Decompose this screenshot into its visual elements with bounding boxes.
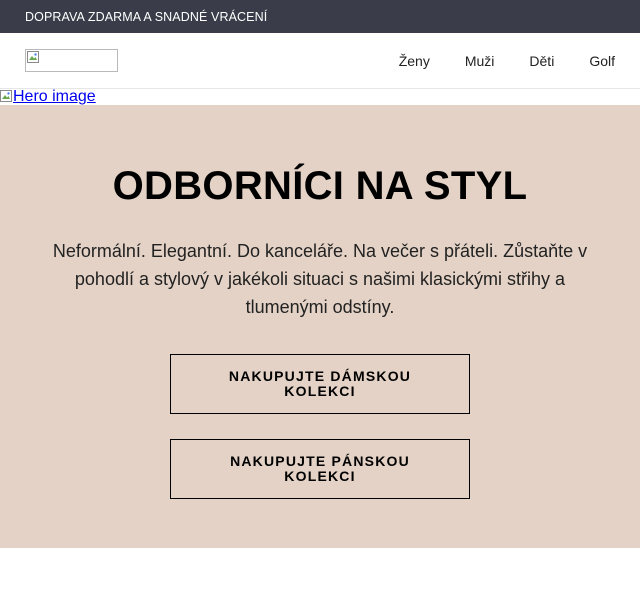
- nav-item-muzi[interactable]: Muži: [465, 53, 495, 69]
- hero-section: ODBORNÍCI NA STYL Neformální. Elegantní.…: [0, 105, 640, 548]
- hero-image-alt-text: Hero image: [13, 89, 96, 105]
- nav-item-deti[interactable]: Děti: [529, 53, 554, 69]
- site-header: Ženy Muži Děti Golf: [0, 33, 640, 89]
- hero-title: ODBORNÍCI NA STYL: [112, 164, 528, 208]
- shop-women-button-label: NAKUPUJTE DÁMSKOU KOLEKCI: [228, 368, 412, 399]
- hero-description: Neformální. Elegantní. Do kanceláře. Na …: [52, 241, 588, 317]
- announcement-text: DOPRAVA ZDARMA A SNADNÉ VRÁCENÍ: [25, 9, 268, 24]
- broken-image-icon: [0, 90, 12, 102]
- nav-item-golf[interactable]: Golf: [589, 53, 615, 69]
- broken-image-icon: [27, 51, 39, 63]
- nav-item-zeny[interactable]: Ženy: [399, 53, 430, 69]
- shop-women-button[interactable]: NAKUPUJTE DÁMSKOU KOLEKCI: [170, 354, 470, 414]
- shop-men-button-label: NAKUPUJTE PÁNSKOU KOLEKCI: [230, 453, 410, 484]
- main-nav: Ženy Muži Děti Golf: [399, 53, 615, 69]
- shop-men-button[interactable]: NAKUPUJTE PÁNSKOU KOLEKCI: [170, 439, 470, 499]
- hero-image-link[interactable]: Hero image: [0, 89, 640, 105]
- logo-link[interactable]: [25, 49, 118, 72]
- announcement-bar: DOPRAVA ZDARMA A SNADNÉ VRÁCENÍ: [0, 0, 640, 33]
